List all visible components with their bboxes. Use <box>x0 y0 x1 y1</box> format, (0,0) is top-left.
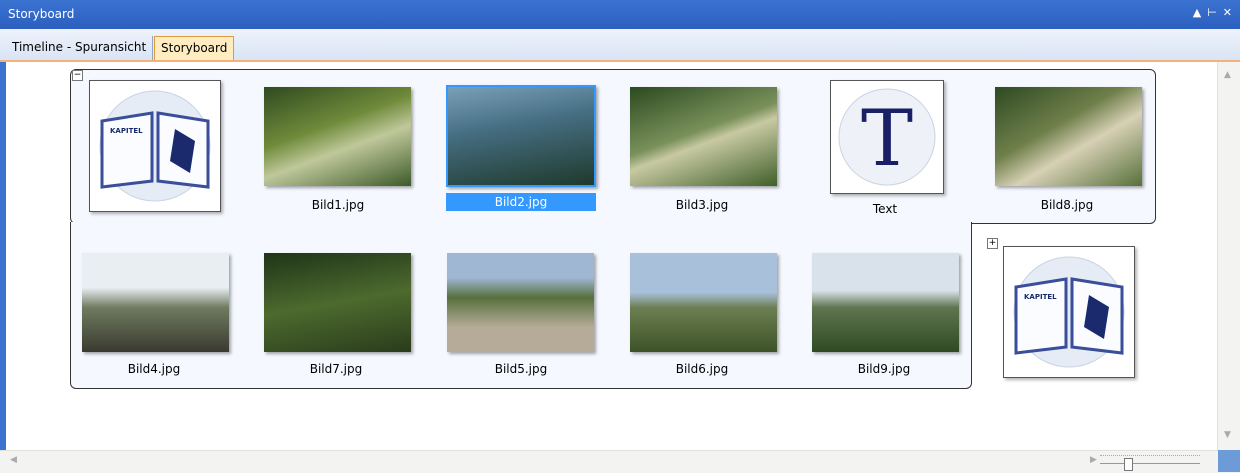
collapse-icon[interactable]: ▲ <box>1193 6 1201 19</box>
svg-text:KAPITEL: KAPITEL <box>110 127 143 135</box>
window-title: Storyboard <box>8 7 75 21</box>
collapse-group-icon[interactable]: − <box>72 70 83 81</box>
expand-group-icon[interactable]: + <box>987 238 998 249</box>
vertical-scrollbar[interactable]: ▲ ▼ <box>1217 62 1240 450</box>
scroll-down-icon[interactable]: ▼ <box>1224 430 1231 440</box>
pin-icon[interactable]: ⊢ <box>1207 6 1217 19</box>
book-icon: KAPITEL <box>1013 256 1125 368</box>
thumbnail-bild4[interactable] <box>82 253 229 352</box>
svg-text:KAPITEL: KAPITEL <box>1024 293 1057 301</box>
text-tile[interactable]: T <box>830 80 944 194</box>
chapter-tile-1[interactable]: KAPITEL <box>89 80 221 212</box>
caption-bild6[interactable]: Bild6.jpg <box>627 362 777 376</box>
thumbnail-bild1[interactable] <box>264 87 411 186</box>
scroll-right-icon[interactable]: ▶ <box>1090 455 1097 465</box>
thumbnail-bild9[interactable] <box>812 253 959 352</box>
chapter-tile-2[interactable]: KAPITEL <box>1003 246 1135 378</box>
thumbnail-bild5[interactable] <box>447 253 594 352</box>
book-icon: KAPITEL <box>99 90 211 202</box>
horizontal-scrollbar[interactable]: ◀ ▶ <box>0 450 1240 473</box>
thumbnail-bild3[interactable] <box>630 87 777 186</box>
scroll-left-icon[interactable]: ◀ <box>10 455 17 465</box>
scroll-up-icon[interactable]: ▲ <box>1224 70 1231 80</box>
thumbnail-bild6[interactable] <box>630 253 777 352</box>
tab-timeline[interactable]: Timeline - Spuransicht <box>6 36 154 60</box>
caption-bild9[interactable]: Bild9.jpg <box>809 362 959 376</box>
caption-bild4[interactable]: Bild4.jpg <box>79 362 229 376</box>
svg-text:T: T <box>861 94 913 184</box>
caption-bild2[interactable]: Bild2.jpg <box>446 193 596 211</box>
thumbnail-bild2[interactable] <box>446 85 596 187</box>
corner-grip <box>1218 450 1240 472</box>
caption-text[interactable]: Text <box>810 202 960 216</box>
caption-bild3[interactable]: Bild3.jpg <box>627 198 777 212</box>
zoom-slider-knob[interactable] <box>1124 458 1133 471</box>
thumbnail-bild7[interactable] <box>264 253 411 352</box>
zoom-slider[interactable] <box>1100 455 1200 471</box>
title-bar: Storyboard ▲ ⊢ ✕ <box>0 0 1240 29</box>
tab-storyboard[interactable]: Storyboard <box>154 36 235 60</box>
caption-bild5[interactable]: Bild5.jpg <box>446 362 596 376</box>
text-icon: T <box>838 88 936 186</box>
thumbnail-bild8[interactable] <box>995 87 1142 186</box>
caption-bild1[interactable]: Bild1.jpg <box>263 198 413 212</box>
tab-bar: Timeline - Spuransicht Storyboard <box>0 29 1240 62</box>
close-icon[interactable]: ✕ <box>1223 6 1232 19</box>
caption-bild8[interactable]: Bild8.jpg <box>992 198 1142 212</box>
window-controls: ▲ ⊢ ✕ <box>1193 6 1232 19</box>
caption-bild7[interactable]: Bild7.jpg <box>261 362 411 376</box>
